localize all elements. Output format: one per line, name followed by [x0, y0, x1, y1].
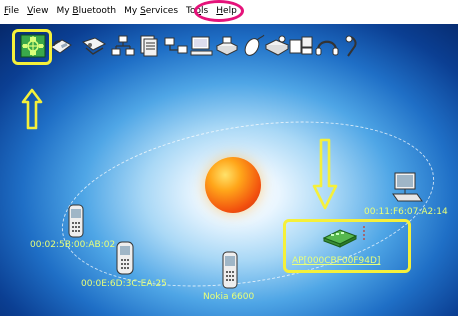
local-device-sun	[205, 157, 261, 213]
lan-access-icon[interactable]	[188, 33, 216, 59]
device-label-phone-1[interactable]: 00:02:5B:00:AB:02	[30, 240, 115, 250]
device-label-phone-2[interactable]: 00:0E:6D:3C:EA:25	[81, 279, 167, 289]
computer-icon[interactable]	[388, 170, 424, 206]
access-point-icon[interactable]	[320, 222, 372, 252]
phone-icon[interactable]	[66, 203, 86, 239]
menu-view-label: iew	[33, 6, 49, 16]
menu-file-label: ile	[8, 6, 20, 16]
device-label-computer[interactable]: 00:11:F6:07:A2:14	[364, 207, 448, 217]
menu-my-bluetooth-prefix: My	[56, 6, 73, 16]
down-arrow-annotation	[312, 138, 338, 210]
audio-gateway-icon[interactable]	[337, 33, 365, 59]
menu-my-bluetooth[interactable]: My Bluetooth	[56, 6, 116, 16]
help-highlight-ring	[194, 0, 244, 22]
menu-view[interactable]: View	[27, 6, 48, 16]
binoculars-icon[interactable]	[80, 33, 108, 59]
toolbar-highlight-box	[12, 29, 52, 65]
network-connection-icon[interactable]	[162, 33, 190, 59]
menu-my-services-label: ervices	[145, 6, 179, 16]
menu-my-services[interactable]: My Services	[124, 6, 178, 16]
menu-my-bluetooth-label: luetooth	[78, 6, 117, 16]
printer-icon[interactable]	[213, 33, 241, 59]
menu-my-services-prefix: My	[124, 6, 141, 16]
pim-sync-icon[interactable]	[287, 33, 315, 59]
document-icon[interactable]	[135, 33, 163, 59]
device-label-access-point[interactable]: AP[000CBF00F94D]	[292, 256, 380, 266]
phone-icon[interactable]	[114, 240, 136, 276]
phone-icon[interactable]	[220, 250, 240, 290]
network-icon[interactable]	[109, 33, 137, 59]
up-arrow-annotation	[21, 88, 43, 130]
menu-file[interactable]: File	[4, 6, 19, 16]
device-label-nokia[interactable]: Nokia 6600	[203, 292, 254, 302]
